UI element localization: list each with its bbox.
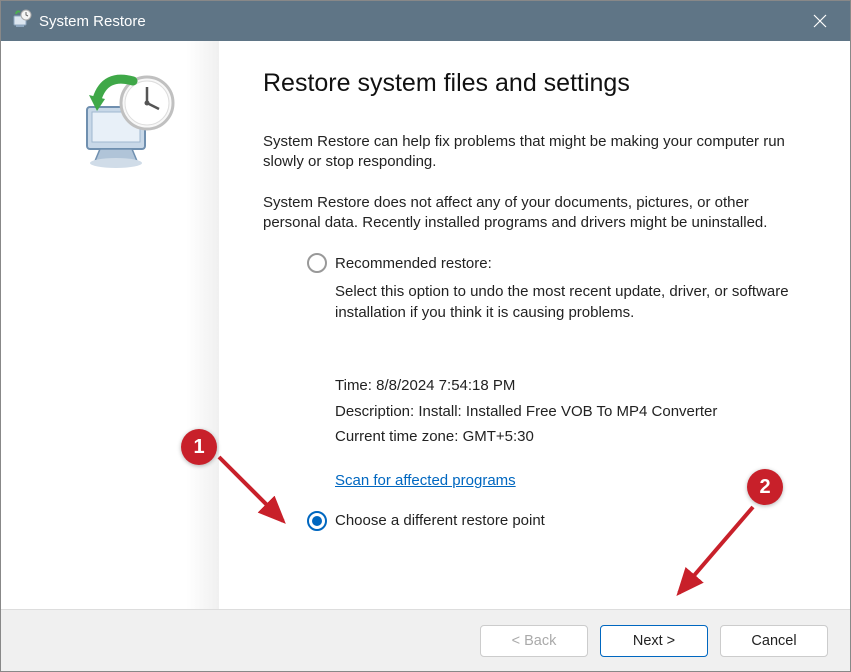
annotation-badge-1: 1 [181,429,217,465]
scan-affected-link[interactable]: Scan for affected programs [335,472,516,489]
right-pane: Restore system files and settings System… [219,41,850,609]
window-title: System Restore [39,13,800,30]
radio-choose-label: Choose a different restore point [335,512,545,529]
dialog-footer: < Back Next > Cancel [1,609,850,671]
cancel-button[interactable]: Cancel [720,625,828,657]
radio-recommended-label: Recommended restore: [335,255,492,272]
restore-large-icon [35,166,185,183]
radio-recommended[interactable] [307,253,327,273]
recommended-description: Select this option to undo the most rece… [335,281,810,323]
intro-para-2: System Restore does not affect any of yo… [263,193,810,234]
left-pane [1,41,219,609]
close-icon[interactable] [800,1,840,41]
restore-details: Time: 8/8/2024 7:54:18 PM Description: I… [335,373,810,450]
intro-para-1: System Restore can help fix problems tha… [263,132,810,173]
radio-choose-row[interactable]: Choose a different restore point [307,511,810,531]
dialog-body: Restore system files and settings System… [1,41,850,609]
restore-app-icon [11,8,33,34]
back-button: < Back [480,625,588,657]
page-heading: Restore system files and settings [263,69,810,98]
radio-choose-different[interactable] [307,511,327,531]
choose-different-group: Choose a different restore point [307,511,810,531]
title-bar: System Restore [1,1,850,41]
next-button[interactable]: Next > [600,625,708,657]
detail-time: Time: 8/8/2024 7:54:18 PM [335,373,810,399]
options-group: Recommended restore: [307,253,810,273]
radio-recommended-row[interactable]: Recommended restore: [307,253,810,273]
annotation-badge-2: 2 [747,469,783,505]
detail-timezone: Current time zone: GMT+5:30 [335,424,810,450]
detail-description: Description: Install: Installed Free VOB… [335,399,810,425]
